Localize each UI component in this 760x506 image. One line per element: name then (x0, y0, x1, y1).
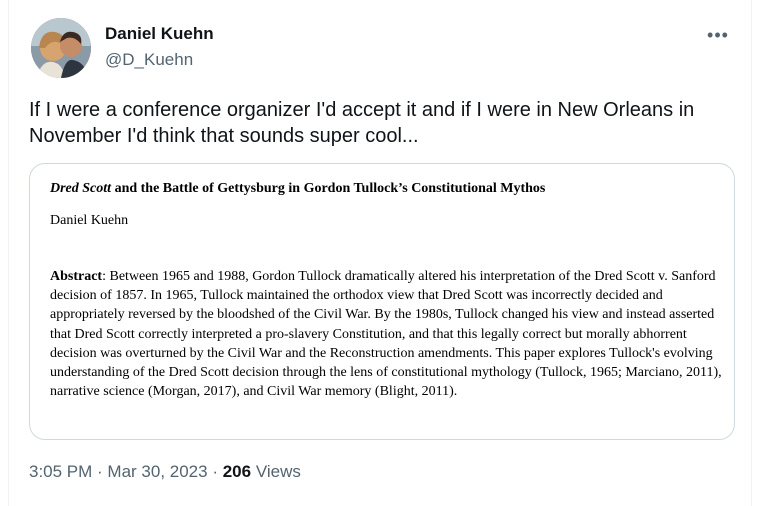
views-label: Views (251, 462, 301, 481)
tweet-time[interactable]: 3:05 PM (29, 462, 92, 481)
tweet: Daniel Kuehn @D_Kuehn ••• If I were a co… (8, 0, 752, 506)
more-horizontal-icon: ••• (707, 24, 729, 45)
paper-title-rest: and the Battle of Gettysburg in Gordon T… (111, 181, 546, 196)
paper-image: Dred Scott and the Battle of Gettysburg … (50, 180, 722, 401)
paper-author: Daniel Kuehn (50, 213, 129, 228)
author-handle[interactable]: @D_Kuehn (105, 50, 193, 70)
abstract-label: Abstract (50, 269, 103, 284)
meta-separator: · (92, 462, 108, 481)
paper-title: Dred Scott and the Battle of Gettysburg … (50, 180, 722, 198)
tweet-text: If I were a conference organizer I'd acc… (29, 99, 695, 147)
views-count[interactable]: 206 (223, 462, 251, 481)
attached-image-card[interactable]: Dred Scott and the Battle of Gettysburg … (29, 163, 735, 440)
tweet-date[interactable]: Mar 30, 2023 (107, 462, 207, 481)
paper-title-italic: Dred Scott (50, 181, 112, 196)
more-options-button[interactable]: ••• (703, 20, 733, 50)
tweet-meta: 3:05 PM · Mar 30, 2023 · 206 Views (29, 462, 301, 482)
abstract-text: : Between 1965 and 1988, Gordon Tullock … (50, 269, 722, 400)
meta-separator: · (207, 462, 223, 481)
avatar[interactable] (31, 18, 91, 78)
paper-abstract: Abstract: Between 1965 and 1988, Gordon … (50, 267, 722, 401)
author-name[interactable]: Daniel Kuehn (105, 24, 214, 44)
